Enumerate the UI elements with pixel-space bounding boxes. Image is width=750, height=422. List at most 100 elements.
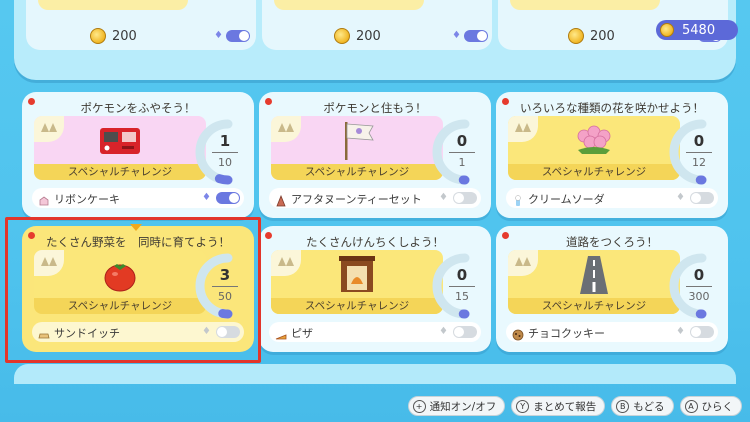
progress-meter: 0 1 xyxy=(431,118,483,186)
top-card-count: 5 xyxy=(228,0,236,3)
a-key-icon: A xyxy=(684,399,698,413)
bell-icon: ♦ xyxy=(676,192,685,203)
bell-icon: ♦ xyxy=(439,192,448,203)
progress-current: 0 xyxy=(456,132,468,150)
progress-current: 0 xyxy=(693,266,705,284)
reward-name: クリームソーダ xyxy=(528,193,605,206)
progress-meter: 0 300 xyxy=(668,252,720,320)
reward-amount: 200 xyxy=(356,28,381,44)
challenge-thumbnail: スペシャルチャレンジ xyxy=(508,250,680,314)
progress-divider xyxy=(686,152,712,153)
selection-frame xyxy=(5,217,261,363)
challenge-title: ポケモンと住もう！ xyxy=(323,101,427,115)
notify-toggle[interactable] xyxy=(464,30,488,42)
bell-icon: ♦ xyxy=(452,30,461,41)
bell-icon: ♦ xyxy=(676,326,685,337)
notify-toggle[interactable] xyxy=(226,30,250,42)
reward-name: ピザ xyxy=(291,327,313,340)
corner-badge xyxy=(271,116,301,142)
crown-icon xyxy=(278,257,294,269)
reward-name: チョコクッキー xyxy=(528,327,605,340)
coin-total: 5480 xyxy=(682,22,716,38)
open-label: ひらく xyxy=(701,400,734,413)
challenge-thumbnail: スペシャルチャレンジ xyxy=(508,116,680,180)
challenge-card[interactable]: ポケモンと住もう！ スペシャルチャレンジ 0 1 アフタヌーンティーセット ♦ xyxy=(259,92,491,218)
challenge-card[interactable]: いろいろな種類の花を咲かせよう！ スペシャルチャレンジ 0 12 クリームソーダ… xyxy=(496,92,728,218)
progress-current: 0 xyxy=(456,266,468,284)
back-label: もどる xyxy=(633,400,665,413)
challenge-card[interactable]: ポケモンをふやそう！ スペシャルチャレンジ 1 10 リボンケーキ ♦ xyxy=(22,92,254,218)
coin-icon xyxy=(660,23,674,37)
report-all-label: まとめて報告 xyxy=(533,400,597,413)
notify-toggle[interactable] xyxy=(453,326,477,338)
top-card-reward: 200 xyxy=(334,26,414,46)
corner-badge xyxy=(34,116,64,142)
previous-challenges-panel: 5 200 ♦ 200 ♦ 200 ♦ xyxy=(14,0,736,80)
open-button[interactable]: A ひらく xyxy=(679,396,742,416)
challenge-card[interactable]: 道路をつくろう！ スペシャルチャレンジ 0 300 チョコクッキー ♦ xyxy=(496,226,728,352)
progress-current: 0 xyxy=(693,132,705,150)
pokedex-icon xyxy=(96,120,144,160)
challenge-type-label: スペシャルチャレンジ xyxy=(508,298,680,314)
top-card-thumb xyxy=(510,0,660,10)
progress-goal: 12 xyxy=(692,156,706,169)
b-key-icon: B xyxy=(616,399,630,413)
crown-icon xyxy=(515,123,531,135)
top-card-1[interactable]: 5 200 ♦ xyxy=(26,0,256,50)
challenge-thumbnail: スペシャルチャレンジ xyxy=(34,116,206,180)
selection-pointer xyxy=(130,224,142,231)
top-card-thumb xyxy=(274,0,424,10)
reward-amount: 200 xyxy=(112,28,137,44)
back-button[interactable]: B もどる xyxy=(611,396,674,416)
reward-amount: 200 xyxy=(590,28,615,44)
top-card-thumb xyxy=(38,0,188,10)
challenge-thumbnail: スペシャルチャレンジ xyxy=(271,250,443,314)
top-card-2[interactable]: 200 ♦ xyxy=(262,0,492,50)
progress-meter: 0 15 xyxy=(431,252,483,320)
corner-badge xyxy=(271,250,301,276)
coin-icon xyxy=(568,28,584,44)
challenge-thumbnail: スペシャルチャレンジ xyxy=(271,116,443,180)
progress-current: 1 xyxy=(219,132,231,150)
progress-divider xyxy=(212,152,238,153)
top-card-reward: 200 xyxy=(90,26,170,46)
progress-goal: 300 xyxy=(688,290,710,303)
top-card-reward: 200 xyxy=(568,26,648,46)
progress-goal: 10 xyxy=(218,156,232,169)
button-guide: + 通知オン/オフ Y まとめて報告 B もどる A ひらく xyxy=(407,396,742,416)
notify-toggle-label: 通知オン/オフ xyxy=(429,400,497,413)
cream-soda-icon xyxy=(512,192,524,206)
progress-divider xyxy=(686,286,712,287)
crown-icon xyxy=(515,257,531,269)
challenge-type-label: スペシャルチャレンジ xyxy=(508,164,680,180)
reward-row: アフタヌーンティーセット ♦ xyxy=(269,188,481,208)
progress-divider xyxy=(449,286,475,287)
fireplace-icon xyxy=(333,254,381,294)
coin-icon xyxy=(90,28,106,44)
report-all-button[interactable]: Y まとめて報告 xyxy=(511,396,606,416)
challenge-type-label: スペシャルチャレンジ xyxy=(34,164,206,180)
progress-goal: 15 xyxy=(455,290,469,303)
road-icon xyxy=(570,254,618,294)
progress-meter: 1 10 xyxy=(194,118,246,186)
corner-badge xyxy=(508,116,538,142)
challenge-title: 道路をつくろう！ xyxy=(566,235,658,249)
reward-row: ピザ ♦ xyxy=(269,322,481,342)
reward-row: クリームソーダ ♦ xyxy=(506,188,718,208)
notify-toggle[interactable] xyxy=(216,192,240,204)
cake-icon xyxy=(38,192,50,206)
notify-toggle[interactable] xyxy=(690,326,714,338)
notify-toggle[interactable] xyxy=(690,192,714,204)
next-row-edge xyxy=(14,364,736,384)
notify-toggle[interactable] xyxy=(453,192,477,204)
challenge-title: いろいろな種類の花を咲かせよう！ xyxy=(520,101,704,115)
challenge-title: たくさんけんちくしよう！ xyxy=(306,235,444,249)
reward-name: リボンケーキ xyxy=(54,193,120,206)
flower-icon xyxy=(570,120,618,160)
notify-toggle-button[interactable]: + 通知オン/オフ xyxy=(407,396,506,416)
bell-icon: ♦ xyxy=(202,192,211,203)
flag-icon xyxy=(333,120,381,160)
reward-row: チョコクッキー ♦ xyxy=(506,322,718,342)
challenge-card[interactable]: たくさんけんちくしよう！ スペシャルチャレンジ 0 15 ピザ ♦ xyxy=(259,226,491,352)
progress-divider xyxy=(449,152,475,153)
